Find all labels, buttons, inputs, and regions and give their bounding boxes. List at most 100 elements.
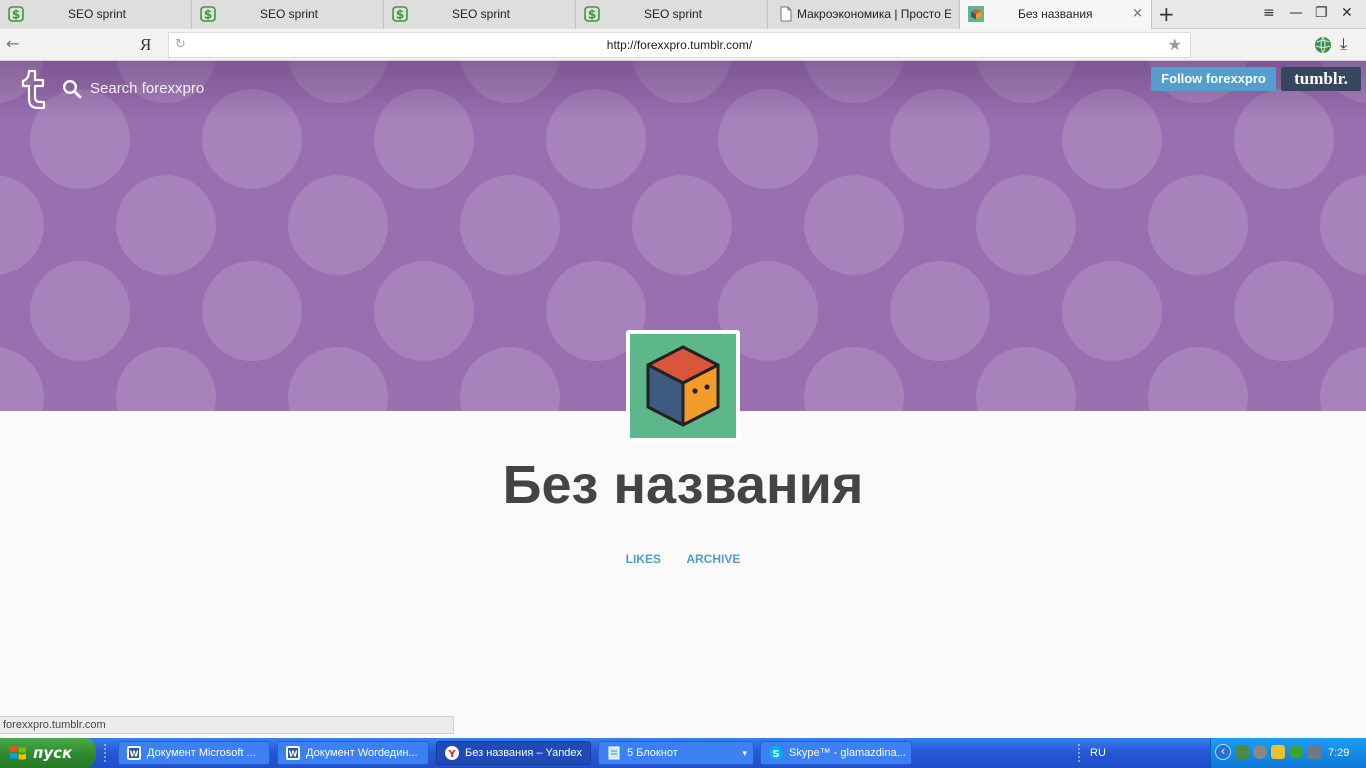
utorrent-icon[interactable]	[1289, 745, 1303, 759]
svg-text:$: $	[396, 8, 404, 22]
polka-dot	[1320, 347, 1366, 411]
taskbar-group-button[interactable]: 5 Блокнот ▾	[598, 741, 754, 765]
windows-taskbar: пуск W Документ Microsoft ... W Документ…	[0, 738, 1366, 768]
yandex-icon: Y	[445, 746, 459, 760]
tab-label: Без названия	[1018, 7, 1093, 21]
taskbar-button[interactable]: W Документ Microsoft ...	[118, 741, 270, 765]
notepad-icon	[608, 746, 620, 760]
tumblr-home-button[interactable]: tumblr.	[1281, 67, 1361, 91]
polka-dot	[0, 175, 44, 275]
seosprint-icon: $	[200, 6, 216, 22]
polka-dot	[1062, 261, 1162, 361]
svg-text:W: W	[130, 750, 139, 759]
word-icon: W	[286, 746, 300, 760]
polka-dot	[1148, 175, 1248, 275]
taskbar-grip	[1078, 744, 1081, 762]
tab-label: SEO sprint	[68, 7, 127, 21]
show-hidden-icons-icon[interactable]: ‹	[1215, 744, 1231, 760]
windows-flag-icon	[10, 746, 26, 760]
polka-dot	[288, 347, 388, 411]
taskbar-label: 5 Блокнот	[627, 747, 678, 759]
volume-icon[interactable]	[1253, 745, 1267, 759]
taskbar-grip	[104, 744, 107, 762]
search-input[interactable]: Search forexxpro	[90, 80, 204, 98]
polka-dot	[976, 175, 1076, 275]
polka-dot	[374, 261, 474, 361]
polka-dot	[116, 175, 216, 275]
status-url-bubble: forexxpro.tumblr.com	[0, 716, 454, 734]
close-tab-icon[interactable]: ×	[1132, 6, 1143, 22]
tumblr-t-logo-icon[interactable]	[18, 69, 48, 109]
taskbar-label: Без названия – Yandex	[465, 747, 583, 759]
monitor-icon[interactable]	[1307, 745, 1321, 759]
svg-text:S: S	[772, 749, 779, 760]
svg-text:$: $	[12, 8, 20, 22]
taskbar-label: Skype™ - glamazdina...	[789, 747, 905, 759]
new-tab-button[interactable]: +	[1158, 3, 1175, 25]
document-icon	[780, 6, 792, 22]
polka-dot	[1320, 175, 1366, 275]
clock[interactable]: 7:29	[1328, 745, 1349, 761]
polka-dot	[288, 175, 388, 275]
browser-menu-icon[interactable]: ≡	[1263, 4, 1275, 22]
cube-icon	[630, 334, 736, 438]
likes-link[interactable]: LIKES	[626, 552, 661, 566]
polka-dot	[460, 175, 560, 275]
yandex-logo[interactable]: Я	[140, 35, 151, 55]
skype-icon: S	[769, 746, 783, 760]
blog-title: Без названия	[502, 455, 864, 515]
browser-tab-active[interactable]: Без названия ×	[960, 0, 1152, 29]
cube-icon	[968, 6, 984, 22]
back-arrow-icon[interactable]: ←	[6, 35, 19, 53]
start-label: пуск	[33, 744, 73, 762]
taskbar-button[interactable]: W Документ Wordедин...	[277, 741, 429, 765]
svg-text:Y: Y	[447, 749, 456, 760]
svg-text:$: $	[588, 8, 596, 22]
minimize-icon[interactable]: —	[1289, 4, 1303, 22]
language-indicator[interactable]: RU	[1090, 745, 1106, 761]
browser-tab[interactable]: $ SEO sprint	[576, 0, 768, 29]
security-shield-icon[interactable]	[1271, 745, 1285, 759]
globe-icon[interactable]	[1314, 36, 1332, 54]
seosprint-icon: $	[584, 6, 600, 22]
taskbar-button[interactable]: S Skype™ - glamazdina...	[760, 741, 912, 765]
polka-dot	[890, 261, 990, 361]
browser-tab[interactable]: Макроэкономика | Просто Е	[768, 0, 960, 29]
close-window-icon[interactable]: ✕	[1341, 4, 1353, 22]
tab-label: SEO sprint	[644, 7, 703, 21]
browser-tab[interactable]: $ SEO sprint	[384, 0, 576, 29]
tab-label: SEO sprint	[260, 7, 319, 21]
address-toolbar: ← Я ↻ http://forexxpro.tumblr.com/ ★	[0, 29, 1366, 61]
polka-dot	[804, 347, 904, 411]
svg-text:W: W	[289, 750, 298, 759]
url-text[interactable]: http://forexxpro.tumblr.com/	[169, 38, 1190, 52]
browser-tab-strip: $ SEO sprint $ SEO sprint $ SEO sprint $…	[0, 0, 1366, 29]
polka-dot	[1148, 347, 1248, 411]
seosprint-icon: $	[8, 6, 24, 22]
polka-dot	[0, 347, 44, 411]
taskbar-label: Документ Wordедин...	[306, 747, 418, 759]
search-icon[interactable]	[62, 79, 82, 99]
address-bar[interactable]: ↻ http://forexxpro.tumblr.com/ ★	[168, 32, 1191, 58]
polka-dot	[116, 347, 216, 411]
polka-dot	[460, 347, 560, 411]
blog-nav: LIKES ARCHIVE	[0, 551, 1366, 567]
download-icon[interactable]: ⤓	[1340, 34, 1347, 54]
group-dropdown-icon: ▾	[742, 748, 747, 758]
follow-button[interactable]: Follow forexxpro	[1151, 67, 1276, 91]
restore-icon[interactable]: ❐	[1315, 4, 1328, 22]
browser-tab[interactable]: $ SEO sprint	[192, 0, 384, 29]
polka-dot	[202, 261, 302, 361]
seosprint-icon: $	[392, 6, 408, 22]
taskbar-button-active[interactable]: Y Без названия – Yandex	[436, 741, 591, 765]
polka-dot	[632, 175, 732, 275]
tab-label: Макроэкономика | Просто Е	[797, 7, 951, 21]
archive-link[interactable]: ARCHIVE	[686, 552, 740, 566]
bookmark-star-icon[interactable]: ★	[1168, 35, 1182, 55]
polka-dot	[976, 347, 1076, 411]
blog-avatar[interactable]	[626, 330, 740, 442]
network-icon[interactable]	[1235, 745, 1249, 759]
taskbar-label: Документ Microsoft ...	[147, 747, 256, 759]
browser-tab[interactable]: $ SEO sprint	[0, 0, 192, 29]
start-button[interactable]: пуск	[0, 738, 96, 768]
